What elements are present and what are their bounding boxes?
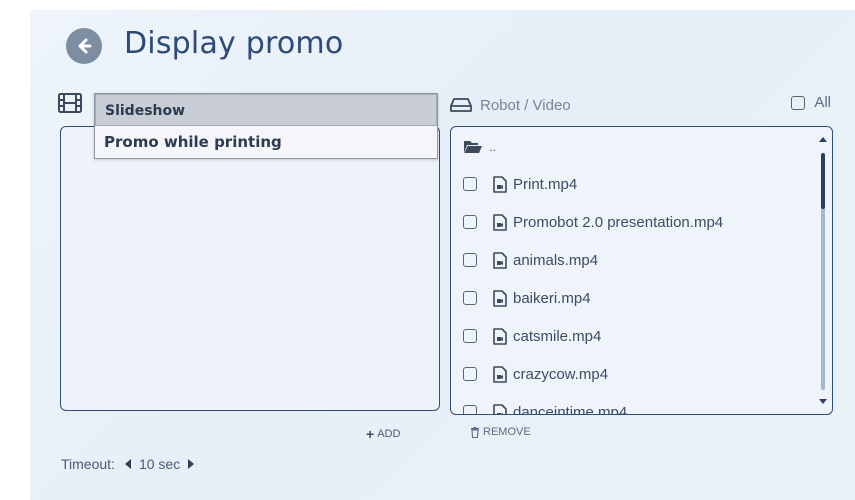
video-file-icon (493, 403, 507, 414)
file-name: animals.mp4 (513, 251, 599, 269)
file-list: .. Print.mp4 Promobot 2.0 presentation.m… (451, 127, 814, 414)
parent-folder-row[interactable]: .. (463, 139, 496, 154)
add-button[interactable]: + ADD (366, 426, 400, 442)
timeout-label: Timeout: (61, 456, 115, 472)
path-label: Robot / Video (480, 96, 571, 114)
select-all-checkbox[interactable] (791, 95, 806, 110)
back-button[interactable] (66, 28, 102, 64)
playlist-panel[interactable] (60, 126, 440, 411)
plus-icon: + (366, 426, 375, 442)
trash-icon (471, 426, 479, 438)
file-name: Print.mp4 (513, 175, 578, 193)
file-row[interactable]: Print.mp4 (463, 172, 577, 196)
file-browser-panel: .. Print.mp4 Promobot 2.0 presentation.m… (450, 126, 833, 415)
timeout-control: Timeout: 10 sec (61, 456, 195, 472)
file-name: catsmile.mp4 (513, 327, 602, 345)
video-file-icon (493, 327, 507, 345)
video-file-icon (493, 175, 507, 193)
scroll-down-arrow-icon[interactable] (819, 399, 827, 404)
file-row[interactable]: Promobot 2.0 presentation.mp4 (463, 210, 723, 234)
file-row[interactable]: catsmile.mp4 (463, 324, 601, 348)
scroll-up-arrow-icon[interactable] (819, 137, 827, 142)
timeout-increase-arrow-icon[interactable] (188, 459, 195, 469)
file-checkbox[interactable] (463, 215, 477, 229)
mode-option-promo-while-printing[interactable]: Promo while printing (95, 126, 437, 158)
file-checkbox[interactable] (463, 405, 477, 414)
select-all-label: All (814, 94, 831, 111)
folder-open-icon (464, 141, 482, 153)
arrow-left-icon (78, 38, 92, 54)
remove-button[interactable]: REMOVE (470, 426, 531, 438)
video-file-icon (493, 213, 507, 231)
select-all-toggle[interactable]: All (791, 94, 831, 111)
remove-button-label: REMOVE (483, 426, 531, 438)
file-row[interactable]: danceintime.mp4 (463, 400, 627, 414)
file-name: baikeri.mp4 (513, 289, 591, 307)
timeout-value: 10 sec (138, 456, 181, 472)
mode-dropdown[interactable]: Slideshow Promo while printing (94, 93, 438, 159)
file-row[interactable]: baikeri.mp4 (463, 286, 591, 310)
video-file-icon (493, 251, 507, 269)
file-name: danceintime.mp4 (513, 403, 628, 415)
file-checkbox[interactable] (463, 291, 477, 305)
parent-folder-label: .. (489, 139, 497, 154)
file-row[interactable]: animals.mp4 (463, 248, 598, 272)
file-checkbox[interactable] (463, 367, 477, 381)
file-checkbox[interactable] (463, 329, 477, 343)
page-title: Display promo (124, 26, 344, 61)
file-list-scrollbar[interactable] (817, 133, 829, 408)
file-name: crazycow.mp4 (513, 365, 609, 383)
scroll-track[interactable] (821, 153, 825, 390)
display-promo-screen: Display promo Slideshow Promo while prin… (30, 10, 855, 500)
file-checkbox[interactable] (463, 177, 477, 191)
timeout-decrease-arrow-icon[interactable] (124, 459, 131, 469)
add-button-label: ADD (377, 428, 401, 440)
video-file-icon (493, 289, 507, 307)
file-name: Promobot 2.0 presentation.mp4 (513, 213, 724, 231)
video-file-icon (493, 365, 507, 383)
mode-option-slideshow[interactable]: Slideshow (95, 94, 437, 126)
drive-icon (450, 98, 472, 112)
file-row[interactable]: crazycow.mp4 (463, 362, 608, 386)
path-header: Robot / Video (450, 94, 571, 116)
scroll-thumb[interactable] (821, 153, 825, 209)
film-icon (58, 93, 82, 113)
file-checkbox[interactable] (463, 253, 477, 267)
